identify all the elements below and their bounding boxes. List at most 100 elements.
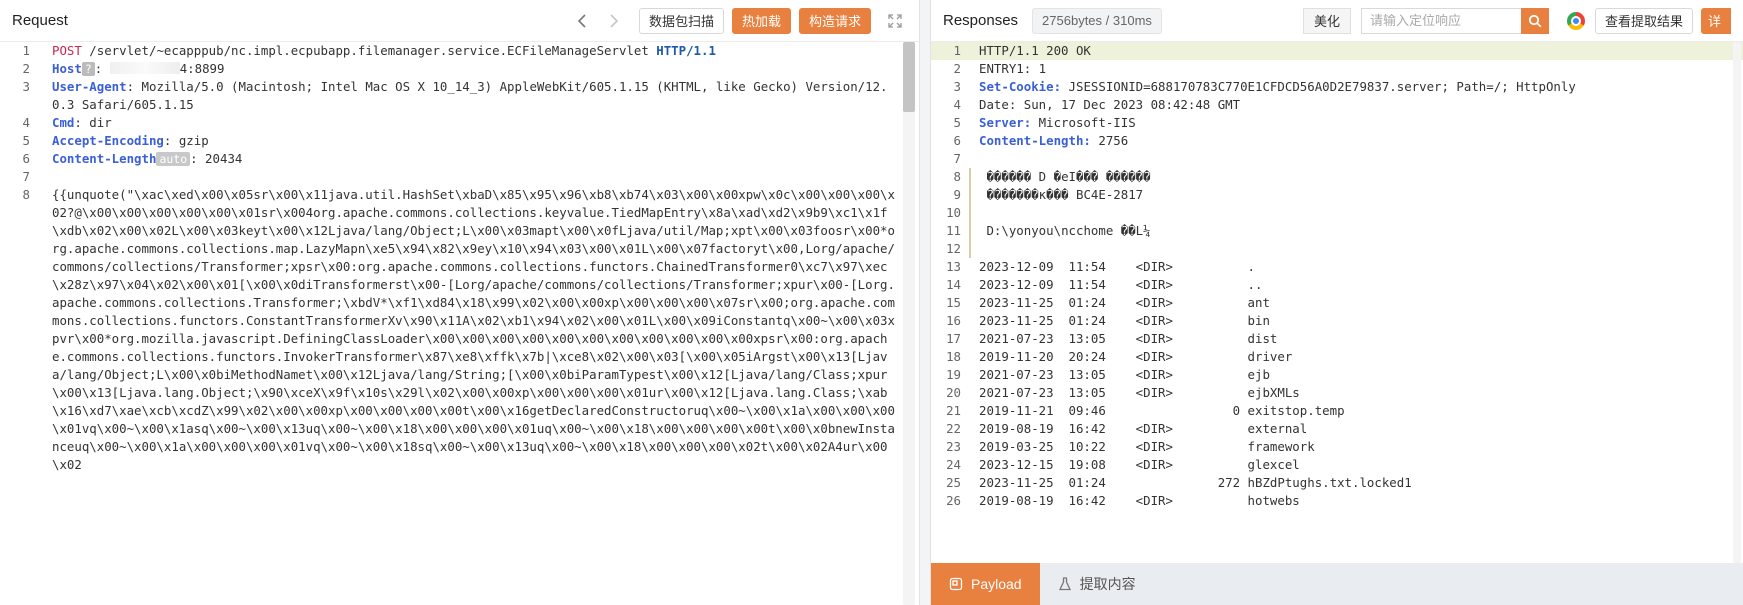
response-line-content [969,240,1743,258]
header-key-accept-encoding: Accept-Encoding [52,133,164,148]
tab-extract-content-label: 提取内容 [1079,576,1136,592]
line-number: 17 [946,331,961,346]
search-icon[interactable] [1520,7,1549,34]
response-line: 16 2023-11-25 01:24 <DIR> bin [931,312,1743,330]
line-number: 3 [953,79,961,94]
request-toolbar: Request 数据包扫描 热加载 构造请求 [0,0,919,42]
response-line-text: 2019-11-21 09:46 0 exitstop.temp [979,403,1345,418]
tab-extract-content[interactable]: 提取内容 [1040,563,1154,605]
response-line: 22 2019-08-19 16:42 <DIR> external [931,420,1743,438]
response-header-key: Content-Length: [979,133,1091,148]
header-key-cmd: Cmd [52,115,75,130]
tab-payload[interactable]: Payload [931,563,1040,605]
response-line-content: Date: Sun, 17 Dec 2023 08:42:48 GMT [971,96,1743,114]
response-line-text: 2023-12-15 19:08 <DIR> glexcel [979,457,1300,472]
request-line: 6 Content-Length auto: 20434 [0,150,919,168]
line-number: 4 [22,115,30,130]
build-request-button[interactable]: 构造请求 [798,7,871,34]
response-title: Responses [943,12,1019,29]
line-number: 19 [946,367,961,382]
detail-button[interactable]: 详 [1701,7,1731,34]
request-scrollbar-track[interactable] [903,42,915,605]
response-line-text: 2019-08-19 16:42 <DIR> external [979,421,1308,436]
response-line: 5 Server: Microsoft-IIS [931,114,1743,132]
response-line-text: 2021-07-23 13:05 <DIR> dist [979,331,1278,346]
chrome-icon[interactable] [1566,11,1585,30]
response-search [1360,7,1549,34]
line-number: 3 [22,79,30,94]
response-line: 24 2023-12-15 19:08 <DIR> glexcel [931,456,1743,474]
line-number: 5 [22,133,30,148]
response-header-key: Server: [979,115,1032,130]
response-line: 8 ������ D �eI��� ������ [931,168,1743,186]
response-line-text: 2756 [1090,133,1129,148]
chevron-right-icon[interactable] [601,9,625,33]
response-line: 23 2019-03-25 10:22 <DIR> framework [931,438,1743,456]
response-line-content: HTTP/1.1 200 OK [971,42,1743,60]
line-number: 7 [953,151,961,166]
response-line: 1 HTTP/1.1 200 OK [931,42,1743,60]
header-value-accept-encoding: : gzip [163,133,209,148]
response-lines: 1 HTTP/1.1 200 OK 2 ENTRY1: 1 3 Set-Cookie: J… [931,42,1743,510]
chevron-left-icon[interactable] [571,9,595,33]
line-number: 26 [946,493,961,508]
response-line: 26 2019-08-19 16:42 <DIR> hotwebs [931,492,1743,510]
auto-badge[interactable]: auto [156,152,191,166]
payload-icon [949,577,963,591]
line-number: 1 [22,43,30,58]
response-line-content: Content-Length: 2756 [971,132,1743,150]
pane-splitter[interactable] [920,0,930,605]
response-line-content: Set-Cookie: JSESSIONID=688170783C770E1CF… [971,78,1743,96]
response-line-content: 2023-12-09 11:54 <DIR> . [971,258,1743,276]
response-line: 12 [931,240,1743,258]
response-line-text: D:\yonyou\ncchome ��L¼ [979,223,1151,238]
line-number: 4 [953,97,961,112]
response-toolbar: Responses 2756bytes / 310ms 美化 查看提取结果 详 [931,0,1743,42]
beautify-button[interactable]: 美化 [1302,7,1351,34]
response-line-content [971,150,1743,168]
response-line-content: 2021-07-23 13:05 <DIR> ejbXMLs [971,384,1743,402]
line-number: 7 [22,169,30,184]
expand-icon[interactable] [883,9,907,33]
response-line-text: 2019-11-20 20:24 <DIR> driver [979,349,1293,364]
response-line: 13 2023-12-09 11:54 <DIR> . [931,258,1743,276]
response-line-text: 2021-07-23 13:05 <DIR> ejb [979,367,1270,382]
response-line: 9 �������к��� BC4E-2817 [931,186,1743,204]
request-editor[interactable]: 1 POST /servlet/~ecapppub/nc.impl.ecpuba… [0,42,919,605]
line-number: 6 [953,133,961,148]
response-line-content: 2019-11-21 09:46 0 exitstop.temp [971,402,1743,420]
response-scrollbar-track[interactable] [1733,42,1741,563]
response-line-content: ENTRY1: 1 [971,60,1743,78]
response-pane: Responses 2756bytes / 310ms 美化 查看提取结果 详 … [930,0,1743,605]
response-line-content: 2019-08-19 16:42 <DIR> external [971,420,1743,438]
response-editor[interactable]: 1 HTTP/1.1 200 OK 2 ENTRY1: 1 3 Set-Cookie: J… [931,42,1743,563]
request-scrollbar-thumb[interactable] [903,42,915,112]
response-line-text: 2019-03-25 10:22 <DIR> framework [979,439,1315,454]
line-number: 20 [946,385,961,400]
request-path: /servlet/~ecapppub/nc.impl.ecpubapp.file… [81,43,657,58]
line-number: 23 [946,439,961,454]
line-number: 25 [946,475,961,490]
response-line: 17 2021-07-23 13:05 <DIR> dist [931,330,1743,348]
packet-scan-button[interactable]: 数据包扫描 [638,7,724,34]
host-help-badge[interactable]: ? [81,62,95,76]
line-number: 10 [946,205,961,220]
line-number: 14 [946,277,961,292]
line-number: 24 [946,457,961,472]
header-value-user-agent: : Mozilla/5.0 (Macintosh; Intel Mac OS X… [52,79,888,112]
response-line: 14 2023-12-09 11:54 <DIR> .. [931,276,1743,294]
request-line: 7 [0,168,919,186]
hot-load-button[interactable]: 热加载 [731,7,791,34]
response-line-text: JSESSIONID=688170783C770E1CFDCD56A0D2E79… [1061,79,1576,94]
view-extract-button[interactable]: 查看提取结果 [1594,7,1693,34]
line-number: 8 [953,169,961,184]
locate-response-input[interactable] [1360,7,1521,34]
tab-payload-label: Payload [971,576,1022,592]
response-line-text: 2019-08-19 16:42 <DIR> hotwebs [979,493,1300,508]
line-number: 2 [953,61,961,76]
response-line-text: Microsoft-IIS [1031,115,1136,130]
response-line: 20 2021-07-23 13:05 <DIR> ejbXMLs [931,384,1743,402]
response-line: 10 [931,204,1743,222]
response-line-text: HTTP/1.1 200 OK [979,43,1091,58]
